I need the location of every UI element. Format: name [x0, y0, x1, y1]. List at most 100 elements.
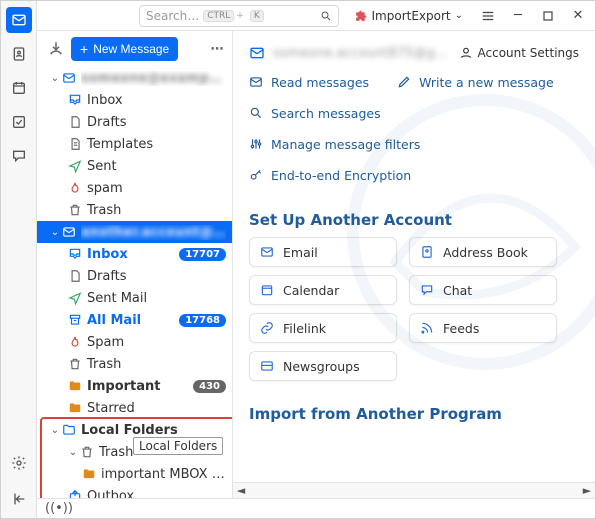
account-email: someone.account875@g… [273, 46, 451, 61]
folder-inbox[interactable]: Inbox17707 [37, 243, 232, 265]
trash-icon [67, 356, 83, 372]
search-input[interactable]: Search… CTRL + K [139, 5, 339, 27]
window-maximize[interactable] [537, 5, 559, 27]
folder-icon [61, 422, 77, 438]
local-mbox-file[interactable]: important MBOX file [37, 463, 232, 485]
activity-indicator: ((•)) [45, 501, 73, 516]
folder-spam[interactable]: spam [37, 177, 232, 199]
search-icon [320, 10, 332, 22]
folder-allmail[interactable]: All Mail17768 [37, 309, 232, 331]
search-icon [249, 106, 264, 121]
window-close[interactable]: ✕ [567, 5, 589, 27]
rail-collapse[interactable] [6, 486, 32, 512]
trash-icon [67, 202, 83, 218]
folder-starred[interactable]: Starred [37, 397, 232, 419]
twisty-icon: ⌄ [49, 73, 61, 84]
kbd-k: K [250, 10, 264, 22]
folder-icon [81, 466, 97, 482]
action-write[interactable]: Write a new message [397, 75, 554, 90]
card-email[interactable]: Email [249, 237, 397, 267]
folder-sentmail[interactable]: Sent Mail [37, 287, 232, 309]
folder-pane: +New Message ⋯ ⌄someone@example.mail Inb… [37, 31, 233, 498]
action-search[interactable]: Search messages [249, 106, 381, 121]
scroll-left-icon[interactable]: ◄ [233, 484, 249, 497]
mail-account-icon [61, 224, 77, 240]
card-filelink[interactable]: Filelink [249, 313, 397, 343]
doc-icon [67, 114, 83, 130]
rail-tasks[interactable] [6, 109, 32, 135]
account-row[interactable]: ⌄another.account@gmail [37, 221, 232, 243]
spaces-rail [1, 1, 37, 518]
folder-pane-options[interactable]: ⋯ [206, 42, 228, 57]
rss-icon [420, 321, 434, 335]
action-read[interactable]: Read messages [249, 75, 369, 90]
outbox-icon [67, 488, 83, 498]
scroll-right-icon[interactable]: ► [579, 484, 595, 497]
rail-addressbook[interactable] [6, 41, 32, 67]
gear-icon [11, 455, 27, 471]
card-chat[interactable]: Chat [409, 275, 557, 305]
rail-calendar[interactable] [6, 75, 32, 101]
folder-inbox[interactable]: Inbox [37, 89, 232, 111]
action-filters[interactable]: Manage message filters [249, 137, 420, 152]
mail-account-icon [61, 70, 77, 86]
mail-icon [11, 12, 27, 28]
import-heading: Import from Another Program [233, 391, 595, 431]
link-icon [260, 321, 274, 335]
search-placeholder: Search… [146, 9, 199, 23]
folder-trash[interactable]: Trash [37, 353, 232, 375]
newsgroups-icon [260, 359, 274, 373]
mail-icon [260, 245, 274, 259]
local-outbox[interactable]: Outbox [37, 485, 232, 498]
user-gear-icon [459, 46, 473, 60]
archive-icon [67, 312, 83, 328]
setup-cards: Email Address Book Calendar Chat Filelin… [233, 237, 595, 391]
folder-trash[interactable]: Trash [37, 199, 232, 221]
sliders-icon [249, 137, 264, 152]
key-icon [249, 168, 264, 183]
folder-drafts[interactable]: Drafts [37, 265, 232, 287]
folder-icon [67, 400, 83, 416]
rail-mail[interactable] [6, 7, 32, 33]
twisty-icon: ⌄ [67, 447, 79, 458]
twisty-icon: ⌄ [49, 425, 61, 436]
setup-heading: Set Up Another Account [233, 197, 595, 237]
doc-icon [67, 268, 83, 284]
appmenu-button[interactable] [477, 5, 499, 27]
chat-icon [420, 283, 434, 297]
horizontal-scrollbar[interactable]: ◄► [233, 482, 595, 498]
rail-settings[interactable] [6, 450, 32, 476]
calendar-icon [11, 80, 27, 96]
titlebar: Search… CTRL + K ImportExport ⌄ ─ ✕ [37, 1, 595, 31]
quick-actions: Read messages Write a new message Search… [233, 69, 595, 197]
window-minimize[interactable]: ─ [507, 5, 529, 27]
rail-chat[interactable] [6, 143, 32, 169]
count-badge: 430 [193, 380, 226, 393]
chat-icon [11, 148, 27, 164]
folder-templates[interactable]: Templates [37, 133, 232, 155]
card-feeds[interactable]: Feeds [409, 313, 557, 343]
folder-drafts[interactable]: Drafts [37, 111, 232, 133]
action-e2e[interactable]: End-to-end Encryption [249, 168, 411, 183]
folder-sent[interactable]: Sent [37, 155, 232, 177]
folder-important[interactable]: Important430 [37, 375, 232, 397]
new-message-button[interactable]: +New Message [71, 37, 178, 61]
tasks-icon [11, 114, 27, 130]
account-settings-link[interactable]: Account Settings [459, 46, 579, 60]
card-calendar[interactable]: Calendar [249, 275, 397, 305]
plugin-dropdown[interactable]: ImportExport ⌄ [355, 9, 464, 23]
inbox-icon [67, 92, 83, 108]
count-badge: 17707 [179, 248, 226, 261]
doc-icon [67, 136, 83, 152]
folder-spam[interactable]: Spam [37, 331, 232, 353]
calendar-icon [260, 283, 274, 297]
sent-icon [67, 290, 83, 306]
card-addressbook[interactable]: Address Book [409, 237, 557, 267]
mail-icon [249, 75, 264, 90]
puzzle-icon [355, 9, 368, 22]
get-messages-button[interactable] [47, 40, 65, 58]
flame-icon [67, 334, 83, 350]
flame-icon [67, 180, 83, 196]
account-row[interactable]: ⌄someone@example.mail [37, 67, 232, 89]
card-newsgroups[interactable]: Newsgroups [249, 351, 397, 381]
